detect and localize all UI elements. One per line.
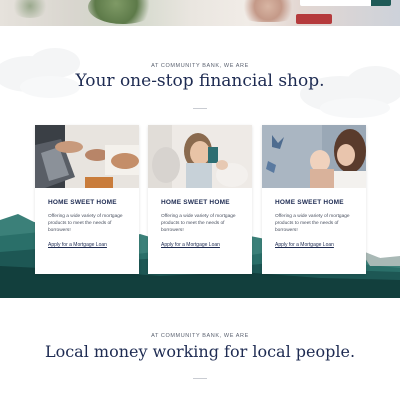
mortgage-card: HOME SWEET HOME Offering a wide variety …: [148, 125, 252, 274]
mortgage-card: HOME SWEET HOME Offering a wide variety …: [262, 125, 366, 274]
card-photo-child-piggybank: [148, 125, 252, 188]
section-headline: Your one-stop financial shop.: [75, 71, 325, 91]
search-input[interactable]: [300, 0, 372, 6]
card-title: HOME SWEET HOME: [161, 199, 230, 206]
local-money-section: AT COMMUNITY BANK, WE ARE Local money wo…: [0, 298, 400, 400]
search-button[interactable]: [371, 0, 391, 6]
section-headline: Local money working for local people.: [44, 342, 356, 361]
card-description: Offering a wide variety of mortgage prod…: [275, 214, 350, 233]
apply-mortgage-link[interactable]: Apply for a Mortgage Loan: [48, 242, 107, 248]
financial-shop-section: AT COMMUNITY BANK, WE ARE Your one-stop …: [0, 26, 400, 298]
hero-red-object: [296, 14, 332, 24]
mortgage-card: HOME SWEET HOME Offering a wide variety …: [35, 125, 139, 274]
apply-mortgage-link[interactable]: Apply for a Mortgage Loan: [161, 242, 220, 248]
card-title: HOME SWEET HOME: [48, 199, 117, 206]
apply-mortgage-link[interactable]: Apply for a Mortgage Loan: [275, 242, 334, 248]
card-title: HOME SWEET HOME: [275, 199, 344, 206]
hero-hand-image: [238, 0, 298, 22]
card-photo-laptop: [35, 125, 139, 188]
hero-image-strip: [0, 0, 400, 26]
hero-plant-blur: [10, 0, 50, 18]
hero-plant-image: [88, 0, 158, 24]
card-photo-mother-baby: [262, 125, 366, 188]
card-description: Offering a wide variety of mortgage prod…: [161, 214, 236, 233]
section-eyebrow: AT COMMUNITY BANK, WE ARE: [151, 63, 249, 69]
section-eyebrow: AT COMMUNITY BANK, WE ARE: [151, 333, 249, 339]
card-description: Offering a wide variety of mortgage prod…: [48, 214, 123, 233]
section-divider: [193, 378, 207, 379]
section-divider: [193, 108, 207, 109]
cloud-decoration: [320, 98, 390, 118]
